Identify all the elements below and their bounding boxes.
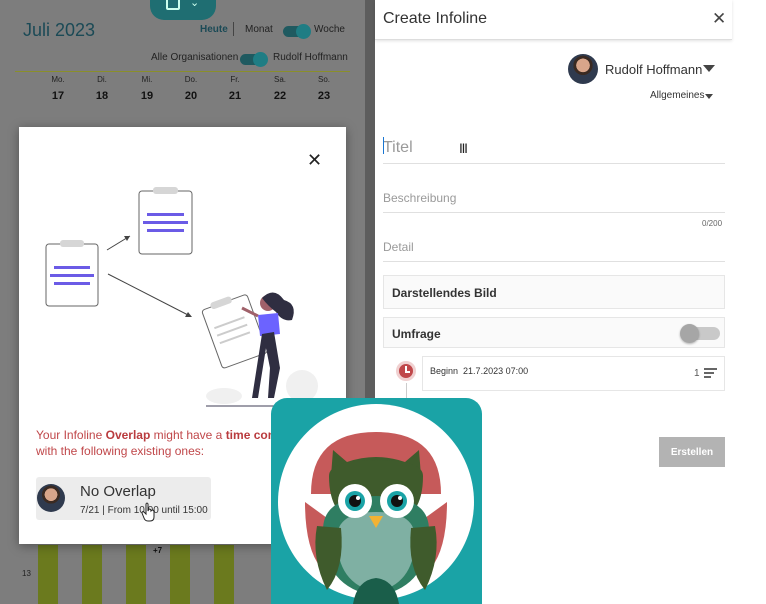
detail-input[interactable] [383, 233, 725, 262]
close-icon[interactable]: ✕ [712, 10, 726, 27]
overlap-item[interactable]: No Overlap 7/21 | From 10:00 until 15:00 [36, 477, 211, 520]
day-name: Do. [184, 75, 198, 84]
section-label: Darstellendes Bild [392, 286, 497, 300]
divider [233, 22, 234, 36]
calendar-event[interactable] [38, 545, 58, 604]
owl-logo-icon [278, 404, 474, 604]
author-name[interactable]: Rudolf Hoffmann [605, 62, 702, 77]
day-date: 22 [273, 90, 287, 102]
section-label: Umfrage [392, 327, 441, 341]
all-orgs-label: Alle Organisationen [151, 52, 239, 63]
hour-label: 13 [22, 569, 31, 578]
more-events-count[interactable]: +7 [153, 546, 162, 555]
today-button[interactable]: Heute [200, 24, 228, 35]
survey-section: Umfrage [383, 317, 725, 348]
infoline-name: Overlap [105, 428, 151, 442]
overlap-title: No Overlap [80, 483, 156, 500]
month-week-toggle[interactable] [283, 24, 311, 39]
title-input[interactable] [383, 132, 725, 164]
calendar-event[interactable] [214, 545, 234, 604]
category-select[interactable]: Allgemeines [650, 90, 704, 101]
close-icon[interactable]: ✕ [307, 151, 322, 169]
day-date: 21 [228, 90, 242, 102]
description-input[interactable] [383, 184, 725, 213]
message-text: might have a [150, 428, 226, 442]
message-text: Your Infoline [36, 428, 106, 442]
character-counter: 0/200 [702, 219, 723, 228]
org-filter-toggle[interactable] [240, 52, 268, 67]
week-label: Woche [314, 24, 345, 35]
calendar-title: Juli 2023 [23, 20, 96, 40]
clipboard-icon [138, 187, 193, 255]
person-illustration [201, 292, 318, 407]
day-header[interactable]: Sa. 22 [258, 75, 302, 102]
day-name: Mo. [51, 75, 65, 84]
avatar [568, 54, 598, 84]
calendar-event[interactable] [82, 545, 102, 604]
app-logo [271, 398, 482, 604]
text-cursor [383, 137, 384, 154]
day-header[interactable]: Do. 20 [169, 75, 213, 102]
calendar-icon [166, 0, 180, 10]
day-header[interactable]: Mi. 19 [125, 75, 169, 102]
day-date: 23 [317, 90, 331, 102]
image-section[interactable]: Darstellendes Bild [383, 275, 725, 309]
clock-icon [396, 361, 416, 381]
day-name: Fr. [230, 75, 240, 84]
calendar-event[interactable] [126, 545, 146, 604]
toggle-knob [680, 324, 699, 343]
day-header[interactable]: So. 23 [302, 75, 346, 102]
day-header[interactable]: Mo. 17 [36, 75, 80, 102]
header-divider [15, 71, 350, 72]
ibeam-cursor-icon: Ⅲ [459, 141, 468, 156]
calendar-event[interactable] [170, 545, 190, 604]
create-button[interactable]: Erstellen [659, 437, 725, 467]
day-date: 19 [140, 90, 154, 102]
hand-cursor-icon [141, 502, 155, 522]
panel-header: Create Infoline ✕ [375, 0, 732, 40]
begin-label: Beginn 21.7.2023 07:00 [430, 366, 528, 376]
survey-toggle[interactable] [680, 324, 720, 343]
arrow-icon [107, 273, 191, 317]
begin-time-field[interactable]: Beginn 21.7.2023 07:00 1 [422, 356, 725, 391]
clipboard-icon [45, 240, 99, 307]
day-header[interactable]: Di. 18 [80, 75, 124, 102]
avatar [37, 484, 65, 512]
begin-value: 21.7.2023 07:00 [463, 366, 529, 376]
caret-down-icon[interactable] [703, 65, 715, 72]
user-filter-label: Rudolf Hoffmann [273, 52, 348, 63]
caret-down-icon[interactable] [705, 94, 713, 99]
chevron-down-icon: ⌄ [190, 0, 200, 9]
month-label: Monat [245, 24, 273, 35]
panel-title: Create Infoline [383, 10, 488, 27]
day-name: Mi. [141, 75, 153, 84]
calendar-menu-button[interactable]: ⌄ [150, 0, 216, 20]
day-date: 18 [95, 90, 109, 102]
timeline-line [406, 383, 407, 399]
day-date: 20 [184, 90, 198, 102]
begin-count: 1 [694, 368, 700, 379]
day-header[interactable]: Fr. 21 [213, 75, 257, 102]
day-name: Di. [97, 75, 107, 84]
message-text: with the following existing ones: [36, 444, 205, 458]
day-date: 17 [51, 90, 65, 102]
day-name: Sa. [273, 75, 286, 84]
day-name: So. [317, 75, 330, 84]
app-root: ⌄ Juli 2023 Heute Monat Woche Alle Organ… [0, 0, 766, 604]
begin-label-text: Beginn [430, 366, 459, 376]
sort-icon[interactable] [704, 368, 717, 380]
